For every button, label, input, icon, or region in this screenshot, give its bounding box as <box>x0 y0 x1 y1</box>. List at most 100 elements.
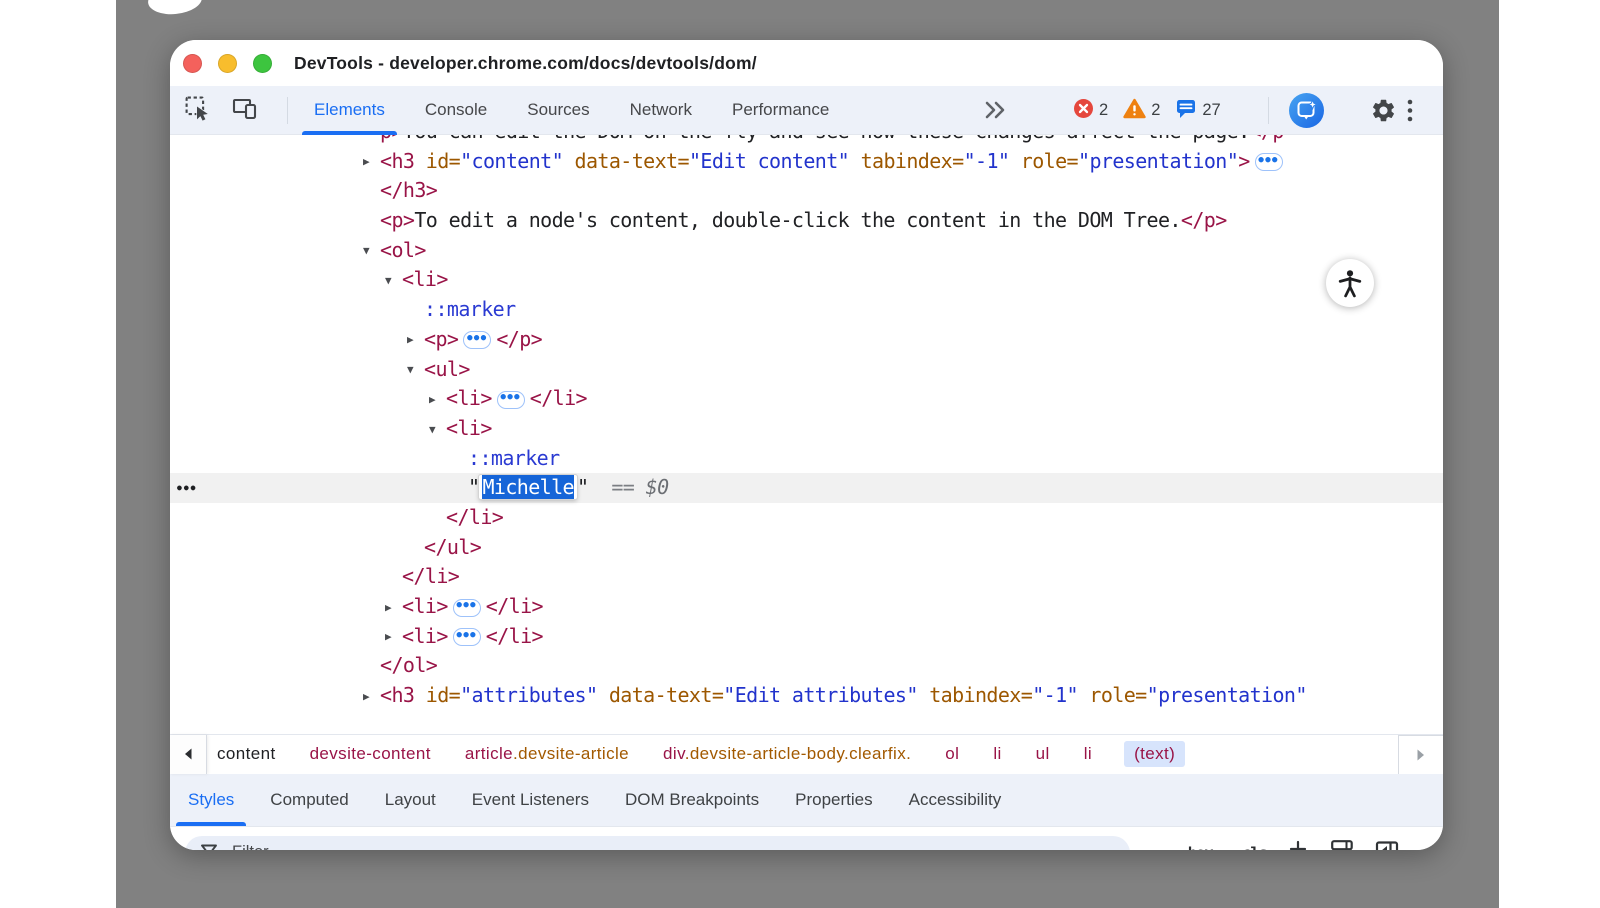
dom-tree-row[interactable]: </h3> <box>170 176 1443 206</box>
collapse-triangle-icon[interactable]: ▼ <box>385 266 402 296</box>
inspect-element-icon[interactable] <box>184 95 211 127</box>
inline-ellipsis-icon[interactable]: ●●● <box>453 628 481 646</box>
dom-token: <li> <box>446 386 492 410</box>
dom-tree-row[interactable]: ::marker <box>170 295 1443 325</box>
error-count[interactable]: 2 <box>1099 101 1108 120</box>
kebab-menu-icon[interactable] <box>1404 97 1416 129</box>
dom-tree-row[interactable]: <p>To edit a node's content, double-clic… <box>170 206 1443 236</box>
breadcrumb-bar: content devsite-content article.devsite-ar… <box>170 734 1443 774</box>
dom-tree-row[interactable]: </li> <box>170 562 1443 592</box>
breadcrumb-back-button[interactable] <box>170 735 207 774</box>
dom-tree-row[interactable]: ▼<li> <box>170 265 1443 295</box>
breadcrumb-item[interactable]: article.devsite-article <box>463 741 631 767</box>
tab-layout[interactable]: Layout <box>367 774 454 826</box>
breadcrumb-item[interactable]: li <box>1082 741 1094 767</box>
dom-token: id= <box>426 149 460 173</box>
warning-icon[interactable] <box>1123 98 1146 124</box>
expand-triangle-icon[interactable]: ▶ <box>363 682 380 712</box>
breadcrumb-item[interactable]: div.devsite-article-body.clearfix. <box>661 741 913 767</box>
dom-token: tabindex= <box>929 683 1032 707</box>
dom-token <box>918 683 929 707</box>
breadcrumb-item[interactable]: devsite-content <box>308 741 433 767</box>
dom-tree-row[interactable]: p>You can edit the DOM on the fly and se… <box>170 135 1443 147</box>
tab-network[interactable]: Network <box>610 86 712 135</box>
minimize-button[interactable] <box>218 54 237 73</box>
device-toolbar-icon[interactable] <box>231 95 259 127</box>
dom-tree-row[interactable]: ▶<h3 id="attributes" data-text="Edit att… <box>170 681 1443 711</box>
tab-styles[interactable]: Styles <box>170 774 252 826</box>
breadcrumb-item[interactable]: ul <box>1034 741 1052 767</box>
dom-tree-row[interactable]: ▼<li> <box>170 414 1443 444</box>
dom-tree-row[interactable]: ::marker <box>170 444 1443 474</box>
issues-count[interactable]: 27 <box>1202 101 1220 120</box>
tab-dom-breakpoints[interactable]: DOM Breakpoints <box>607 774 777 826</box>
new-style-rule-icon[interactable] <box>1288 840 1309 850</box>
dom-tree-row[interactable]: ▶<p>●●●</p> <box>170 325 1443 355</box>
dom-tree-row[interactable]: </li> <box>170 503 1443 533</box>
collapse-triangle-icon[interactable]: ▼ <box>429 415 446 445</box>
tab-event-listeners[interactable]: Event Listeners <box>454 774 607 826</box>
accessibility-overlay-button[interactable] <box>1326 259 1374 307</box>
warning-count[interactable]: 2 <box>1151 101 1160 120</box>
dom-token: To edit a node's content, double-click t… <box>414 208 1181 232</box>
dom-token: > <box>1238 149 1249 173</box>
dom-tree-row[interactable]: ▶<li>●●●</li> <box>170 384 1443 414</box>
node-text-edit-box[interactable]: Michelle <box>479 475 577 499</box>
dom-tree-row[interactable]: ●●●"Michelle" == $0 <box>170 473 1443 503</box>
expand-triangle-icon[interactable]: ▶ <box>363 147 380 177</box>
dom-tree-row[interactable]: ▼<ol> <box>170 236 1443 266</box>
window-title: DevTools - developer.chrome.com/docs/dev… <box>294 53 757 74</box>
collapse-triangle-icon[interactable]: ▼ <box>363 236 380 266</box>
dom-tree-row[interactable]: ▼<ul> <box>170 355 1443 385</box>
toggle-element-state-button[interactable]: :hov <box>1179 844 1212 850</box>
issues-icon[interactable] <box>1175 97 1197 124</box>
dom-token: <ol> <box>380 238 426 262</box>
expand-triangle-icon[interactable]: ▶ <box>429 385 446 415</box>
breadcrumb-item[interactable]: li <box>991 741 1003 767</box>
breadcrumb-forward-button[interactable] <box>1398 735 1443 774</box>
expand-triangle-icon[interactable]: ▶ <box>385 622 402 652</box>
more-tabs-icon[interactable] <box>982 99 1008 126</box>
breadcrumb-item[interactable]: ol <box>943 741 961 767</box>
dom-tree-row[interactable]: </ul> <box>170 533 1443 563</box>
dom-token: </h3> <box>380 178 437 202</box>
breadcrumb-item[interactable]: content <box>215 741 278 767</box>
tab-accessibility[interactable]: Accessibility <box>891 774 1020 826</box>
dom-token: "presentation" <box>1147 683 1307 707</box>
settings-gear-icon[interactable] <box>1370 97 1397 129</box>
dom-token: $0 <box>646 475 669 499</box>
dom-token: "-1" <box>964 149 1010 173</box>
dom-tree-row[interactable]: ▶<li>●●●</li> <box>170 622 1443 652</box>
tab-elements[interactable]: Elements <box>294 86 405 135</box>
expand-triangle-icon[interactable]: ▶ <box>407 325 424 355</box>
breadcrumb-item[interactable]: (text) <box>1124 741 1185 767</box>
sidebar-toggle-icon[interactable] <box>1375 840 1399 850</box>
dom-tree-row[interactable]: </ol> <box>170 651 1443 681</box>
ai-assistant-button[interactable] <box>1289 93 1324 128</box>
tab-console[interactable]: Console <box>405 86 507 135</box>
zoom-button[interactable] <box>253 54 272 73</box>
tab-performance[interactable]: Performance <box>712 86 849 135</box>
tab-computed[interactable]: Computed <box>252 774 366 826</box>
expand-triangle-icon[interactable]: ▶ <box>385 593 402 623</box>
dom-tree-row[interactable]: ▶<h3 id="content" data-text="Edit conten… <box>170 147 1443 177</box>
breadcrumb-part: .devsite-article <box>513 744 629 763</box>
style-filter[interactable] <box>185 836 1130 850</box>
element-classes-button[interactable]: .cls <box>1234 844 1267 850</box>
inline-ellipsis-icon[interactable]: ●●● <box>453 599 481 617</box>
collapse-triangle-icon[interactable]: ▼ <box>407 355 424 385</box>
tab-properties[interactable]: Properties <box>777 774 890 826</box>
dom-tree-row[interactable]: ▶<li>●●●</li> <box>170 592 1443 622</box>
inline-ellipsis-icon[interactable]: ●●● <box>463 331 491 349</box>
error-icon[interactable] <box>1073 98 1094 124</box>
inline-ellipsis-icon[interactable]: ●●● <box>1255 153 1283 171</box>
paint-brush-icon[interactable] <box>1330 839 1354 850</box>
filter-input[interactable] <box>230 842 1094 850</box>
tab-sources[interactable]: Sources <box>507 86 609 135</box>
dom-token: ::marker <box>468 446 560 470</box>
inline-ellipsis-icon[interactable]: ●●● <box>497 391 525 409</box>
dom-token: </ol> <box>380 653 437 677</box>
row-overflow-dots-icon[interactable]: ●●● <box>177 473 197 503</box>
close-button[interactable] <box>183 54 202 73</box>
dom-token: p> <box>380 135 403 143</box>
